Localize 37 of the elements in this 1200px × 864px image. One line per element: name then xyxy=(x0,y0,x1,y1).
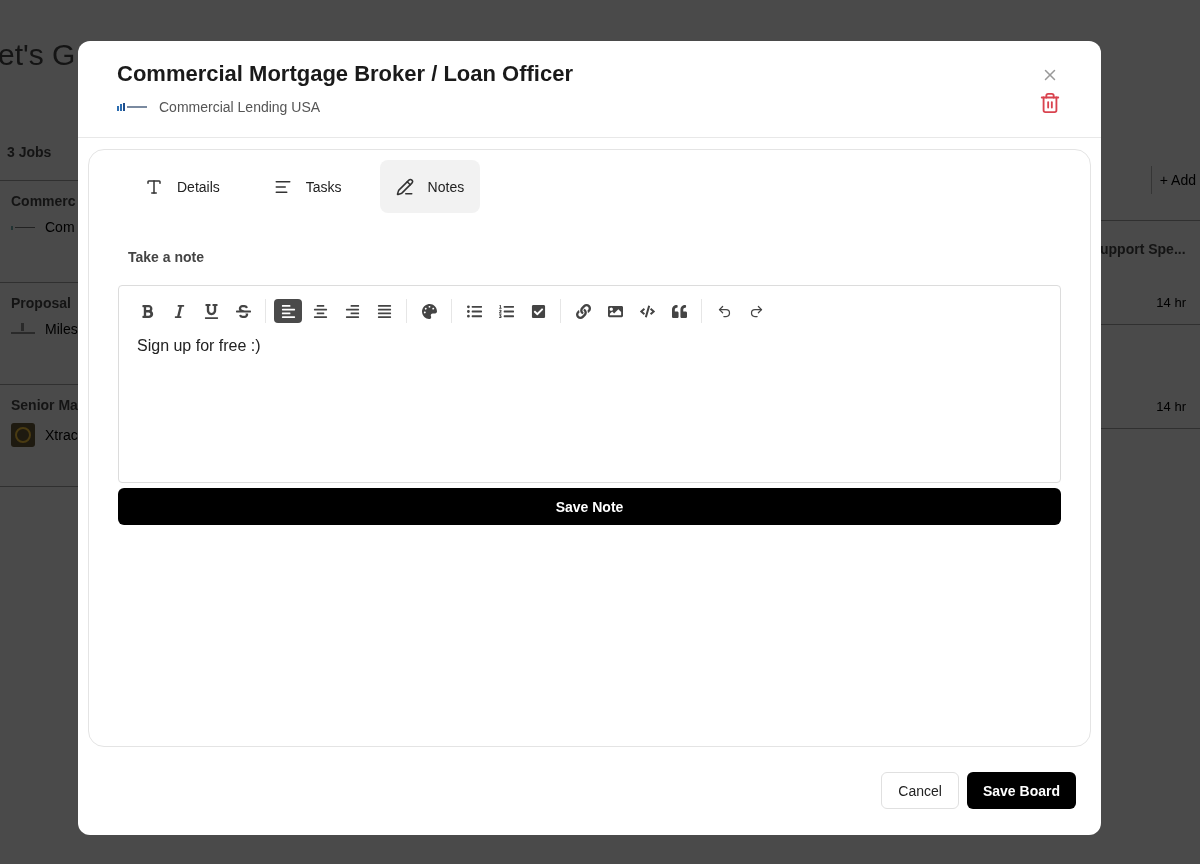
company-name: Commercial Lending USA xyxy=(159,99,321,115)
align-left-button[interactable] xyxy=(274,299,302,323)
tab[interactable]: Notes xyxy=(379,160,481,213)
image-icon xyxy=(607,303,623,319)
bold-icon xyxy=(139,303,155,319)
company-name: Com xyxy=(45,219,75,235)
trash-icon[interactable] xyxy=(1039,92,1061,114)
save-board-button[interactable]: Save Board xyxy=(966,772,1076,809)
redo-icon xyxy=(748,303,764,319)
tab[interactable]: Tasks xyxy=(257,160,358,213)
align-left-icon xyxy=(280,303,296,319)
company-name: Miles xyxy=(45,321,78,337)
quote-icon xyxy=(671,303,687,319)
note-editor[interactable]: Sign up for free :) xyxy=(118,285,1061,483)
link-icon xyxy=(575,303,591,319)
strike-icon xyxy=(235,303,251,319)
align-right-icon xyxy=(344,303,360,319)
tab[interactable]: Details xyxy=(129,160,236,213)
note-label: Take a note xyxy=(128,249,205,265)
note-text: Sign up for free :) xyxy=(137,337,262,355)
save-note-button[interactable]: Save Note xyxy=(118,488,1061,525)
number-list-icon xyxy=(498,303,514,319)
bullet-list-icon xyxy=(466,303,482,319)
align-justify-icon xyxy=(376,303,392,319)
undo-icon xyxy=(716,303,732,319)
company-name: Xtrac xyxy=(45,427,78,443)
dialog-title: Commercial Mortgage Broker / Loan Officer xyxy=(117,61,573,87)
cancel-button[interactable]: Cancel xyxy=(881,772,959,809)
pencil-icon xyxy=(395,177,414,196)
palette-icon xyxy=(421,303,437,319)
text-icon xyxy=(145,177,163,196)
job-time: 14 hr xyxy=(1156,295,1186,310)
job-time: 14 hr xyxy=(1156,399,1186,414)
underline-icon xyxy=(203,303,219,319)
align-center-icon xyxy=(312,303,328,319)
code-icon xyxy=(639,303,655,319)
checkbox-icon xyxy=(530,303,546,319)
